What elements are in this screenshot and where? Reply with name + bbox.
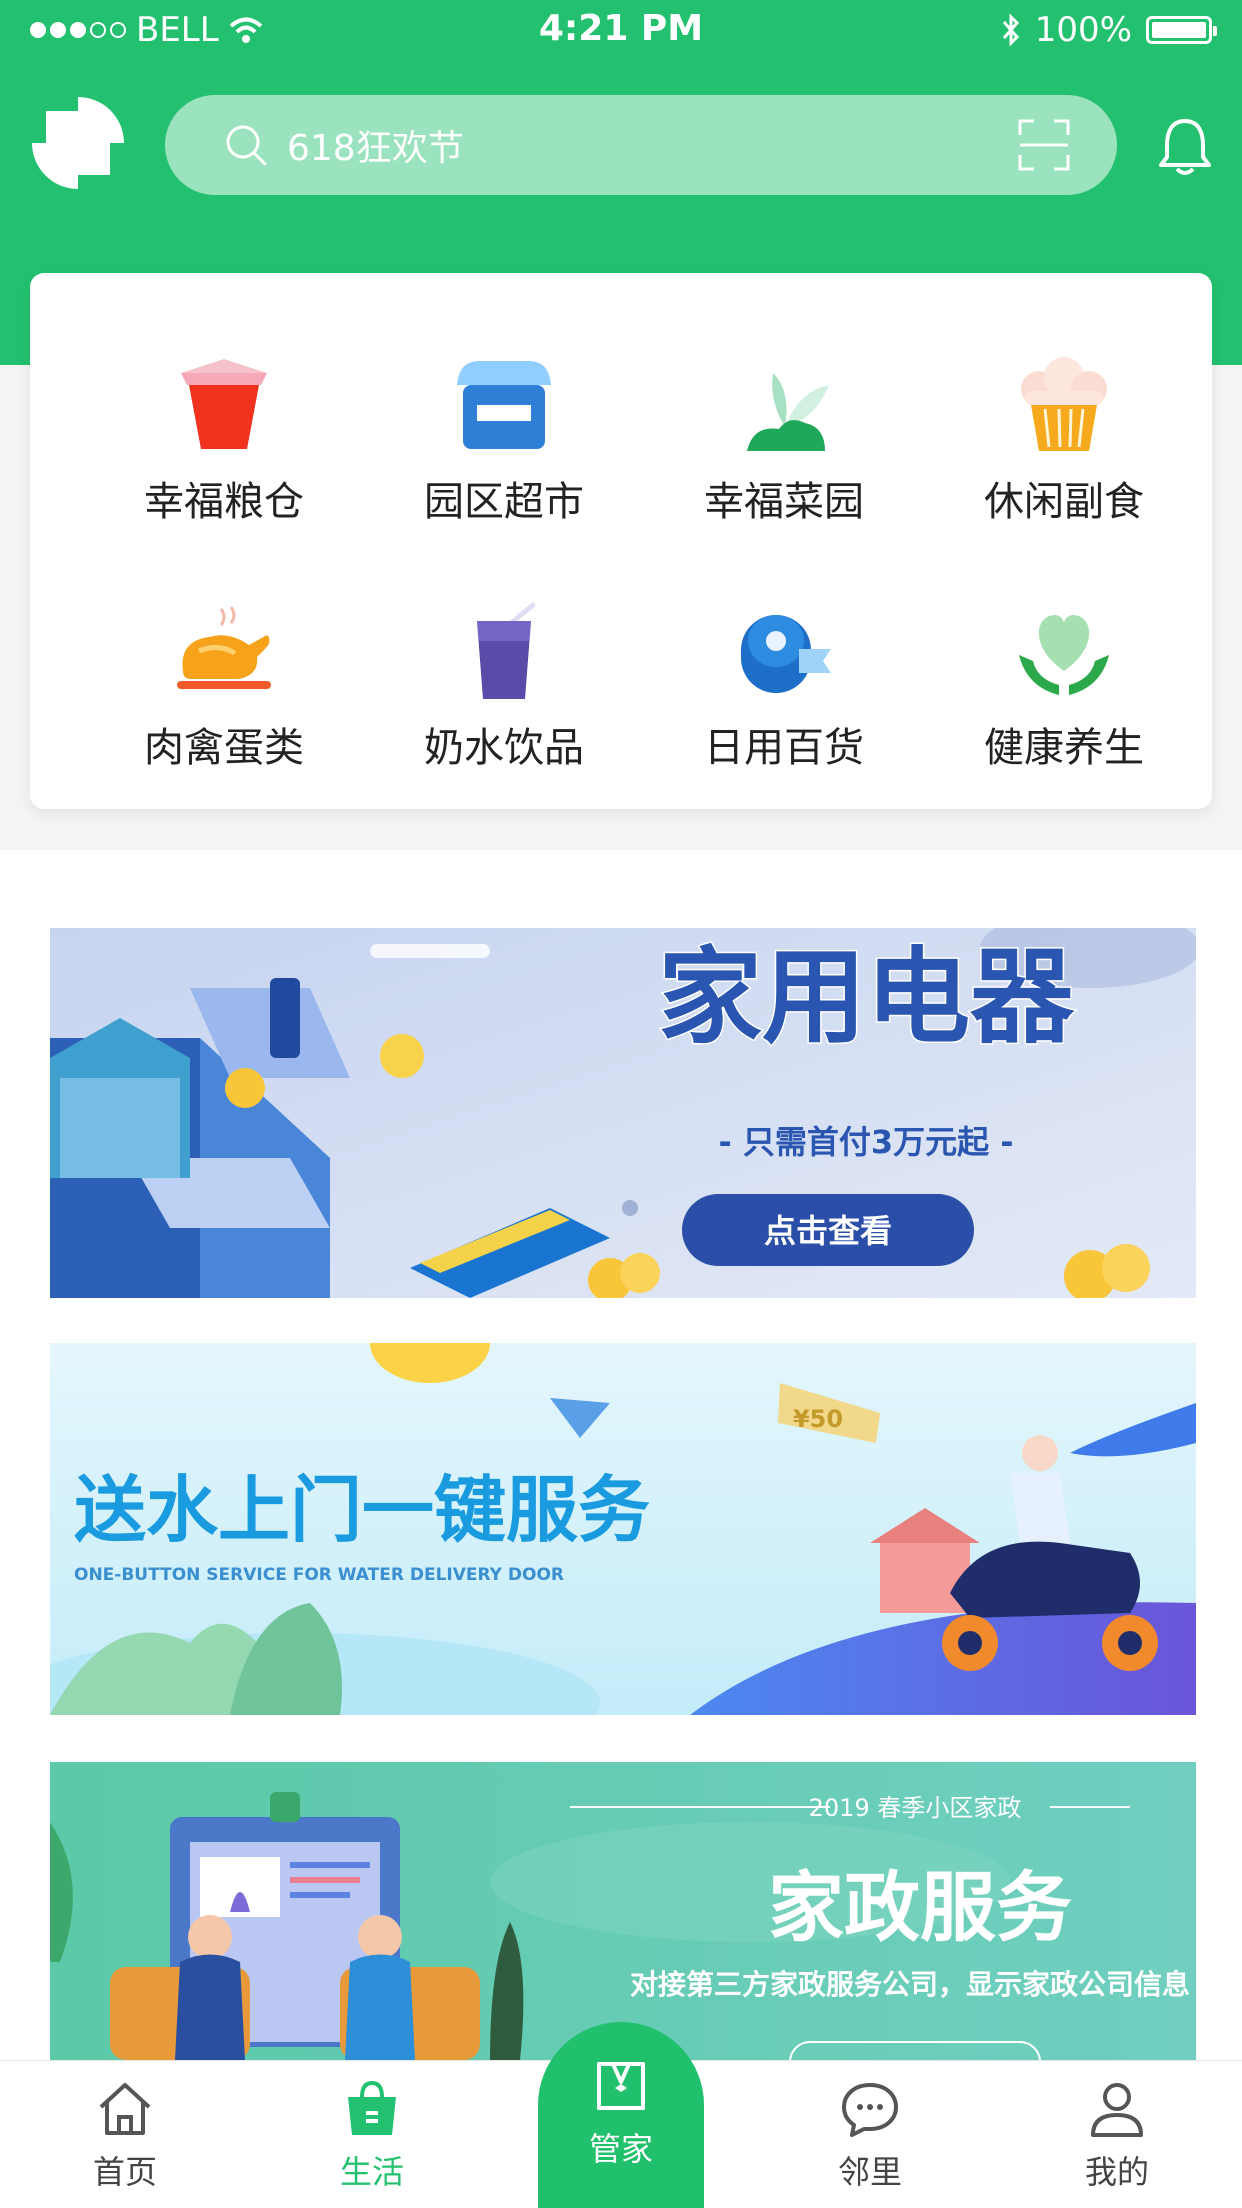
tab-home[interactable]: 首页 bbox=[45, 2077, 205, 2193]
category-item-health[interactable]: 健康养生 bbox=[924, 601, 1204, 801]
search-icon bbox=[226, 125, 267, 166]
banner2-title: 送水上门一键服务 bbox=[74, 1468, 650, 1552]
category-item-grain[interactable]: 幸福粮仓 bbox=[84, 355, 364, 555]
tab-neighbor[interactable]: 邻里 bbox=[790, 2077, 950, 2193]
plant-icon bbox=[747, 373, 829, 451]
category-item-meat-eggs[interactable]: 肉禽蛋类 bbox=[84, 601, 364, 801]
banner3-title: 家政服务 bbox=[768, 1863, 1072, 1952]
roast-chicken-icon bbox=[177, 606, 271, 689]
search-bar[interactable]: 618狂欢节 bbox=[165, 95, 1117, 195]
butler-icon bbox=[597, 2062, 645, 2110]
scan-icon[interactable] bbox=[1016, 117, 1072, 173]
drink-cup-icon bbox=[477, 602, 536, 699]
search-placeholder[interactable]: 618狂欢节 bbox=[287, 119, 1016, 171]
tab-mine[interactable]: 我的 bbox=[1037, 2077, 1197, 2193]
tissue-roll-icon bbox=[741, 615, 831, 693]
notification-bell-icon[interactable] bbox=[1155, 115, 1215, 177]
banner-home-appliances[interactable]: 家用电器 - 只需首付3万元起 - 点击查看 bbox=[50, 928, 1196, 1298]
cupcake-icon bbox=[1021, 357, 1107, 451]
banner3-subtitle: 对接第三方家政服务公司，显示家政公司信息 bbox=[630, 1968, 1190, 2001]
category-item-supermarket[interactable]: 园区超市 bbox=[364, 355, 644, 555]
category-item-garden[interactable]: 幸福菜园 bbox=[644, 355, 924, 555]
store-icon bbox=[457, 361, 551, 449]
tab-life[interactable]: 生活 bbox=[292, 2077, 452, 2193]
home-icon bbox=[99, 2083, 151, 2135]
heart-hands-icon bbox=[1019, 615, 1109, 695]
tab-butler[interactable]: 管家 bbox=[538, 2022, 704, 2208]
banner1-title: 家用电器 bbox=[658, 936, 1075, 1058]
category-grid: 幸福粮仓 园区超市 幸福菜园 休闲副食 肉禽蛋类 奶水饮品 日用百货 健康养生 bbox=[30, 273, 1212, 809]
status-bar: BELL 4:21 PM 100% bbox=[0, 0, 1242, 60]
banner-housekeeping[interactable]: 2019 春季小区家政 家政服务 对接第三方家政服务公司，显示家政公司信息 bbox=[50, 1762, 1196, 2060]
shopping-bag-icon bbox=[348, 2080, 396, 2135]
app-logo-icon[interactable] bbox=[30, 95, 126, 191]
user-icon bbox=[1091, 2083, 1143, 2137]
battery-icon bbox=[1146, 16, 1217, 44]
banner-water-delivery[interactable]: ¥50 送水上门一键服务 ONE-BUTTON SERVICE FOR WATE… bbox=[50, 1343, 1196, 1715]
banner1-button-label[interactable]: 点击查看 bbox=[764, 1212, 892, 1250]
category-item-snacks[interactable]: 休闲副食 bbox=[924, 355, 1204, 555]
banner1-subtitle: - 只需首付3万元起 - bbox=[718, 1123, 1013, 1161]
battery-percent: 100% bbox=[1034, 10, 1132, 50]
bluetooth-icon bbox=[1002, 13, 1019, 47]
category-item-drinks[interactable]: 奶水饮品 bbox=[364, 601, 644, 801]
rice-bucket-icon bbox=[181, 359, 267, 449]
banner2-coupon: ¥50 bbox=[793, 1405, 843, 1433]
banner2-subtitle: ONE-BUTTON SERVICE FOR WATER DELIVERY DO… bbox=[74, 1565, 564, 1585]
category-item-daily-goods[interactable]: 日用百货 bbox=[644, 601, 924, 801]
banner3-tag: 2019 春季小区家政 bbox=[809, 1794, 1022, 1822]
chat-bubble-icon bbox=[842, 2083, 898, 2137]
